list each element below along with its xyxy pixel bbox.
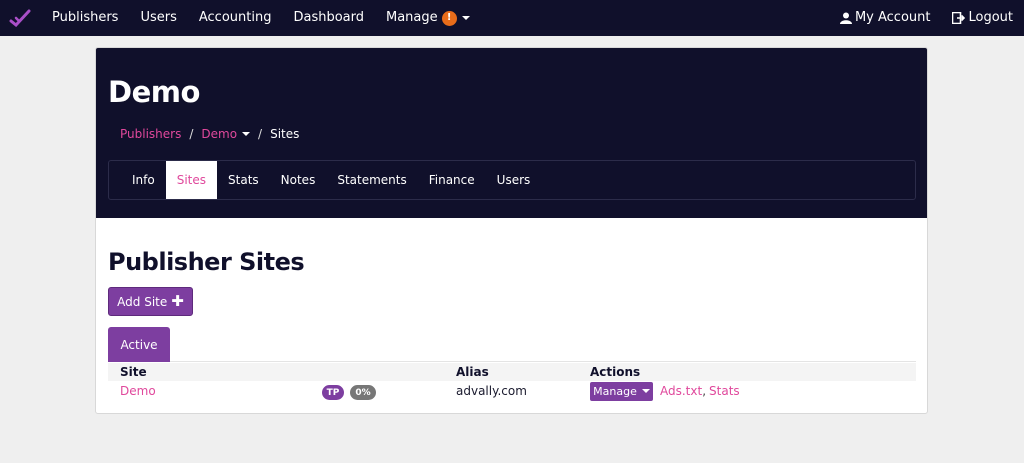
logout-link[interactable]: Logout: [941, 0, 1024, 36]
tab-info[interactable]: Info: [121, 161, 166, 199]
tab-active[interactable]: Active: [108, 327, 170, 362]
column-header-actions: Actions: [590, 365, 641, 379]
ads-txt-link[interactable]: Ads.txt: [660, 384, 702, 398]
tab-finance[interactable]: Finance: [418, 161, 486, 199]
column-header-site: Site: [120, 365, 147, 379]
manage-dropdown-button[interactable]: Manage: [590, 381, 653, 401]
status-tabs: Active: [108, 327, 916, 362]
breadcrumb: Publishers / Demo / Sites: [120, 127, 299, 141]
table-row: Demo TP 0% advally.com Manage Ads.txt , …: [108, 381, 916, 401]
my-account-link[interactable]: My Account: [829, 0, 942, 36]
nav-manage-dropdown[interactable]: Manage !: [375, 0, 481, 36]
site-cell: Demo TP 0%: [108, 384, 444, 400]
sites-table: Site Alias Actions Demo TP 0% advally.co…: [108, 363, 916, 401]
alert-badge: !: [441, 10, 457, 26]
nav-dashboard[interactable]: Dashboard: [282, 0, 375, 36]
add-site-button[interactable]: Add Site ✚: [108, 287, 193, 316]
logout-icon: [952, 12, 966, 24]
stats-link[interactable]: Stats: [709, 384, 740, 398]
separator: ,: [702, 384, 707, 398]
nav-users[interactable]: Users: [129, 0, 187, 36]
tab-users[interactable]: Users: [486, 161, 542, 199]
tab-sites[interactable]: Sites: [165, 161, 218, 199]
tp-badge: TP: [322, 385, 344, 400]
chevron-down-icon: [641, 389, 650, 393]
top-navbar: Publishers Users Accounting Dashboard Ma…: [0, 0, 1024, 36]
nav-publishers[interactable]: Publishers: [41, 0, 129, 36]
percent-badge: 0%: [350, 385, 376, 400]
column-header-alias: Alias: [456, 365, 489, 379]
breadcrumb-publishers[interactable]: Publishers: [120, 127, 181, 141]
breadcrumb-current: Sites: [270, 127, 300, 141]
manage-label: Manage: [593, 384, 637, 398]
actions-cell: Manage Ads.txt , Stats: [578, 381, 916, 401]
publisher-header: Demo Publishers / Demo / Sites Info Site…: [96, 48, 927, 218]
publisher-card: Demo Publishers / Demo / Sites Info Site…: [95, 47, 928, 414]
brand-logo[interactable]: [0, 0, 40, 36]
publisher-subnav: Info Sites Stats Notes Statements Financ…: [108, 160, 916, 200]
chevron-down-icon: [461, 16, 470, 20]
plus-icon: ✚: [171, 292, 184, 310]
alias-cell: advally.com: [456, 384, 527, 398]
tab-statements[interactable]: Statements: [326, 161, 417, 199]
section-title: Publisher Sites: [108, 248, 305, 276]
nav-accounting[interactable]: Accounting: [188, 0, 283, 36]
breadcrumb-separator: /: [258, 127, 263, 141]
table-header: Site Alias Actions: [108, 363, 916, 381]
tab-notes[interactable]: Notes: [270, 161, 327, 199]
tab-stats[interactable]: Stats: [217, 161, 270, 199]
page-title: Demo: [108, 75, 200, 109]
user-icon: [839, 12, 852, 24]
breadcrumb-separator: /: [189, 127, 194, 141]
logout-label: Logout: [968, 10, 1013, 25]
chevron-down-icon[interactable]: [242, 132, 251, 136]
my-account-label: My Account: [854, 10, 931, 25]
nav-manage-label: Manage: [386, 10, 438, 25]
add-site-label: Add Site: [117, 294, 168, 309]
checkmark-logo-icon: [9, 9, 31, 27]
breadcrumb-demo[interactable]: Demo: [201, 127, 237, 141]
site-link[interactable]: Demo: [120, 384, 156, 398]
